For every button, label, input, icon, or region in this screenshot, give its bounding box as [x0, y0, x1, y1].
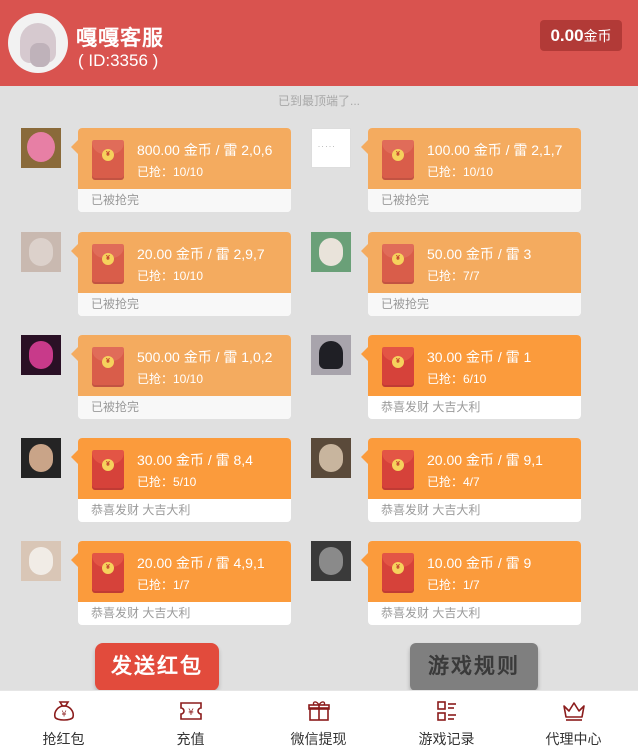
user-id: ( ID:3356 )	[78, 51, 159, 70]
sender-avatar	[311, 232, 351, 272]
red-packet-bubble[interactable]: ¥ 800.00 金币 / 雷 2,0,6 已抢：10/10 已被抢完	[78, 128, 291, 212]
top-reached-tip: 已到最顶端了...	[277, 94, 360, 108]
packet-message[interactable]: ¥ 20.00 金币 / 雷 9,1 已抢：4/7 恭喜发财 大吉大利	[311, 438, 601, 522]
sender-avatar	[21, 541, 61, 581]
packet-message[interactable]: ¥ 500.00 金币 / 雷 1,0,2 已抢：10/10 已被抢完	[21, 335, 311, 419]
packet-message[interactable]: ¥ 30.00 金币 / 雷 1 已抢：6/10 恭喜发财 大吉大利	[311, 335, 601, 419]
packet-message[interactable]: ¥ 10.00 金币 / 雷 9 已抢：1/7 恭喜发财 大吉大利	[311, 541, 601, 625]
packet-status: 恭喜发财 大吉大利	[381, 503, 481, 517]
sender-avatar	[21, 232, 61, 272]
red-envelope-icon: ¥	[382, 140, 414, 180]
red-packet-bubble[interactable]: ¥ 500.00 金币 / 雷 1,0,2 已抢：10/10 已被抢完	[78, 335, 291, 419]
packet-amount: 100.00 金币 / 雷 2,1,7	[427, 142, 563, 158]
red-packet-bubble[interactable]: ¥ 30.00 金币 / 雷 1 已抢：6/10 恭喜发财 大吉大利	[368, 335, 581, 419]
packet-status: 已被抢完	[368, 189, 581, 212]
tab-label: 游戏记录	[418, 731, 475, 747]
tab-recharge[interactable]: ¥ 充值	[127, 691, 254, 756]
svg-text:¥: ¥	[61, 710, 66, 719]
packet-grabbed: 已抢：1/7	[137, 578, 190, 592]
gift-icon	[307, 701, 330, 721]
red-envelope-icon: ¥	[382, 450, 414, 490]
packet-status: 恭喜发财 大吉大利	[91, 606, 191, 620]
ticket-icon: ¥	[179, 702, 202, 720]
packet-status: 恭喜发财 大吉大利	[381, 606, 481, 620]
packet-grabbed: 已抢：7/7	[427, 269, 480, 283]
tab-label: 微信提现	[290, 731, 347, 747]
red-envelope-icon: ¥	[92, 553, 124, 593]
packet-amount: 800.00 金币 / 雷 2,0,6	[137, 142, 273, 158]
packet-status: 已被抢完	[78, 396, 291, 419]
tab-wechat-withdraw[interactable]: 微信提现	[255, 691, 382, 756]
tab-label: 充值	[176, 731, 205, 747]
sender-avatar: · · · · ·	[311, 128, 351, 168]
packet-amount: 500.00 金币 / 雷 1,0,2	[137, 349, 273, 365]
packet-amount: 10.00 金币 / 雷 9	[427, 555, 532, 571]
sender-avatar	[21, 128, 61, 168]
packet-grabbed: 已抢：6/10	[427, 372, 487, 386]
red-envelope-icon: ¥	[382, 553, 414, 593]
packet-amount: 30.00 金币 / 雷 8,4	[137, 452, 253, 468]
sender-avatar	[21, 335, 61, 375]
user-avatar[interactable]	[8, 13, 68, 73]
packet-message[interactable]: · · · · · ¥ 100.00 金币 / 雷 2,1,7 已抢：10/10…	[311, 128, 601, 212]
packet-message[interactable]: ¥ 20.00 金币 / 雷 2,9,7 已抢：10/10 已被抢完	[21, 232, 311, 316]
app-header: 嘎嘎客服 ( ID:3356 ) 0.00金币	[0, 0, 638, 86]
red-envelope-icon: ¥	[382, 244, 414, 284]
list-icon	[436, 701, 456, 721]
red-packet-bubble[interactable]: ¥ 100.00 金币 / 雷 2,1,7 已抢：10/10 已被抢完	[368, 128, 581, 212]
red-envelope-icon: ¥	[92, 347, 124, 387]
packet-status: 恭喜发财 大吉大利	[381, 400, 481, 414]
packet-message[interactable]: ¥ 30.00 金币 / 雷 8,4 已抢：5/10 恭喜发财 大吉大利	[21, 438, 311, 522]
packet-amount: 30.00 金币 / 雷 1	[427, 349, 532, 365]
packet-message[interactable]: ¥ 800.00 金币 / 雷 2,0,6 已抢：10/10 已被抢完	[21, 128, 311, 212]
bottom-tab-bar: ¥ 抢红包 ¥ 充值 微信提现 游戏记录 代理中心	[0, 690, 638, 756]
balance-amount: 0.00	[550, 26, 584, 45]
packet-grabbed: 已抢：10/10	[137, 269, 204, 283]
packet-status: 已被抢完	[368, 293, 581, 316]
game-rules-button[interactable]: 游戏规则	[410, 643, 538, 691]
packet-grabbed: 已抢：5/10	[137, 475, 197, 489]
packet-status: 已被抢完	[78, 189, 291, 212]
packet-amount: 50.00 金币 / 雷 3	[427, 246, 532, 262]
packet-amount: 20.00 金币 / 雷 9,1	[427, 452, 543, 468]
packet-grabbed: 已抢：4/7	[427, 475, 480, 489]
red-packet-bubble[interactable]: ¥ 50.00 金币 / 雷 3 已抢：7/7 已被抢完	[368, 232, 581, 316]
red-envelope-icon: ¥	[92, 140, 124, 180]
sender-avatar	[311, 335, 351, 375]
tab-game-records[interactable]: 游戏记录	[383, 691, 510, 756]
packet-status: 已被抢完	[78, 293, 291, 316]
red-packet-bubble[interactable]: ¥ 20.00 金币 / 雷 2,9,7 已抢：10/10 已被抢完	[78, 232, 291, 316]
red-envelope-icon: ¥	[92, 450, 124, 490]
user-name: 嘎嘎客服	[76, 27, 164, 50]
red-packet-bubble[interactable]: ¥ 30.00 金币 / 雷 8,4 已抢：5/10 恭喜发财 大吉大利	[78, 438, 291, 522]
sender-avatar	[311, 541, 351, 581]
red-packet-bubble[interactable]: ¥ 10.00 金币 / 雷 9 已抢：1/7 恭喜发财 大吉大利	[368, 541, 581, 625]
balance-badge[interactable]: 0.00金币	[540, 20, 622, 51]
packet-grabbed: 已抢：1/7	[427, 578, 480, 592]
tab-agent-center[interactable]: 代理中心	[510, 691, 637, 756]
tab-label: 抢红包	[42, 731, 85, 747]
packet-amount: 20.00 金币 / 雷 4,9,1	[137, 555, 265, 571]
packet-amount: 20.00 金币 / 雷 2,9,7	[137, 246, 265, 262]
red-envelope-icon: ¥	[382, 347, 414, 387]
tab-grab-red-packet[interactable]: ¥ 抢红包	[0, 691, 127, 756]
crown-icon	[562, 702, 585, 721]
red-packet-bubble[interactable]: ¥ 20.00 金币 / 雷 4,9,1 已抢：1/7 恭喜发财 大吉大利	[78, 541, 291, 625]
sender-avatar	[21, 438, 61, 478]
packet-message[interactable]: ¥ 20.00 金币 / 雷 4,9,1 已抢：1/7 恭喜发财 大吉大利	[21, 541, 311, 625]
balance-unit: 金币	[583, 28, 612, 44]
packet-grabbed: 已抢：10/10	[427, 165, 494, 179]
packet-grabbed: 已抢：10/10	[137, 165, 204, 179]
red-packet-bubble[interactable]: ¥ 20.00 金币 / 雷 9,1 已抢：4/7 恭喜发财 大吉大利	[368, 438, 581, 522]
packet-status: 恭喜发财 大吉大利	[91, 503, 191, 517]
money-bag-icon: ¥	[53, 701, 74, 721]
red-envelope-icon: ¥	[92, 244, 124, 284]
svg-text:¥: ¥	[188, 708, 194, 718]
send-red-packet-button[interactable]: 发送红包	[95, 643, 219, 691]
packet-grabbed: 已抢：10/10	[137, 372, 204, 386]
tab-label: 代理中心	[545, 731, 602, 747]
packet-message[interactable]: ¥ 50.00 金币 / 雷 3 已抢：7/7 已被抢完	[311, 232, 601, 316]
sender-avatar	[311, 438, 351, 478]
